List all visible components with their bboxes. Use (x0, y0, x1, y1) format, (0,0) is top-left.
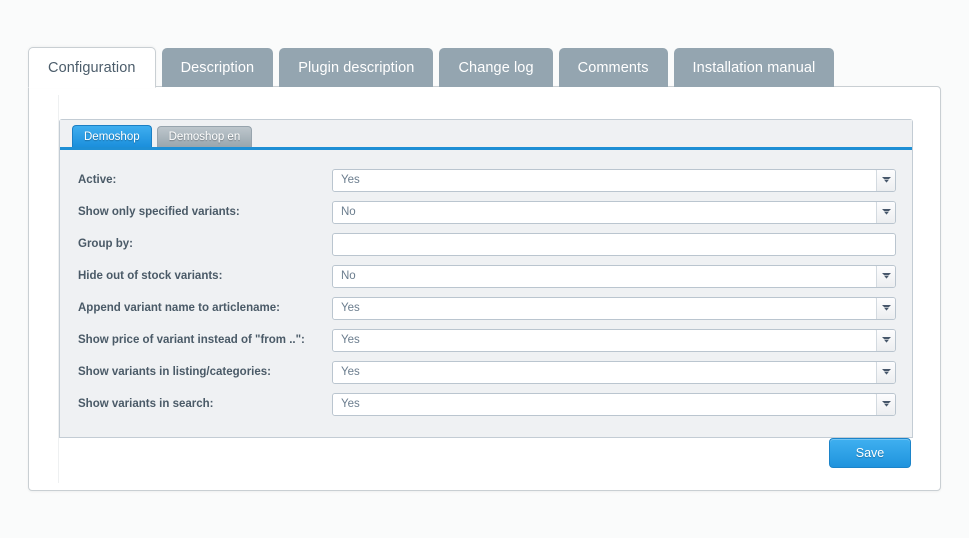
select-value: Yes (333, 393, 876, 415)
field-label: Show variants in search: (78, 398, 214, 410)
tab-comments[interactable]: Comments (558, 48, 668, 87)
text-input[interactable] (333, 233, 895, 255)
select-value: Yes (333, 297, 876, 319)
field-label: Group by: (78, 238, 133, 250)
select-value: No (333, 201, 876, 223)
form-row: Show only specified variants: No (76, 196, 896, 228)
form-row: Show variants in listing/categories: Yes (76, 356, 896, 388)
chevron-down-icon[interactable] (876, 169, 895, 191)
chevron-down-icon[interactable] (876, 265, 895, 287)
field-label: Show price of variant instead of "from .… (78, 334, 305, 346)
form-row: Append variant name to articlename: Yes (76, 292, 896, 324)
form-row: Show price of variant instead of "from .… (76, 324, 896, 356)
configuration-panel: Demoshop Demoshop en Active: Yes Show only … (28, 86, 941, 491)
chevron-down-icon[interactable] (876, 361, 895, 383)
select-show-only-specified-variants[interactable]: No (332, 200, 896, 224)
save-button-label: Save (855, 446, 885, 460)
tab-label: Change log (458, 59, 534, 76)
select-show-price-of-variant-instead-of-from[interactable]: Yes (332, 328, 896, 352)
tab-label: Comments (577, 59, 649, 76)
main-tab-bar: Configuration Description Plugin descripti… (28, 46, 941, 88)
tab-change-log[interactable]: Change log (439, 48, 553, 87)
subtab-demoshop-en[interactable]: Demoshop en (156, 126, 253, 147)
tab-label: Description (180, 59, 255, 76)
form-row: Active: Yes (76, 164, 896, 196)
form-row: Hide out of stock variants: No (76, 260, 896, 292)
subtab-label: Demoshop en (168, 131, 241, 143)
field-label: Active: (78, 174, 117, 186)
save-button[interactable]: Save (829, 438, 911, 468)
settings-fieldset: Demoshop Demoshop en Active: Yes Show only … (59, 119, 913, 438)
tab-plugin-description[interactable]: Plugin description (279, 48, 434, 87)
subtab-label: Demoshop (84, 130, 140, 143)
chevron-down-icon[interactable] (876, 297, 895, 319)
settings-form: Active: Yes Show only specified variants: N… (60, 150, 912, 437)
field-label: Show only specified variants: (78, 206, 240, 218)
subtab-demoshop[interactable]: Demoshop (72, 125, 152, 147)
chevron-down-icon[interactable] (876, 329, 895, 351)
tab-label: Installation manual (692, 59, 816, 76)
select-value: Yes (333, 329, 876, 351)
select-active[interactable]: Yes (332, 168, 896, 192)
chevron-down-icon[interactable] (876, 393, 895, 415)
field-label: Hide out of stock variants: (78, 270, 223, 282)
chevron-down-icon[interactable] (876, 201, 895, 223)
page-root: Configuration Description Plugin descripti… (0, 0, 969, 538)
shop-tab-bar: Demoshop Demoshop en (60, 120, 912, 147)
select-value: Yes (333, 361, 876, 383)
tab-configuration[interactable]: Configuration (28, 47, 156, 88)
select-show-variants-in-listing-categories[interactable]: Yes (332, 360, 896, 384)
input-group-by[interactable] (332, 232, 896, 256)
tab-label: Plugin description (298, 59, 415, 76)
select-append-variant-name-to-articlename[interactable]: Yes (332, 296, 896, 320)
form-row: Group by: (76, 228, 896, 260)
tab-installation-manual[interactable]: Installation manual (673, 48, 835, 87)
select-hide-out-of-stock-variants[interactable]: No (332, 264, 896, 288)
select-value: Yes (333, 169, 876, 191)
form-row: Show variants in search: Yes (76, 388, 896, 420)
tab-description[interactable]: Description (161, 48, 274, 87)
select-value: No (333, 265, 876, 287)
field-label: Append variant name to articlename: (78, 302, 280, 314)
tab-label: Configuration (48, 59, 136, 76)
panel-footer: Save (29, 432, 940, 490)
select-show-variants-in-search[interactable]: Yes (332, 392, 896, 416)
field-label: Show variants in listing/categories: (78, 366, 271, 378)
